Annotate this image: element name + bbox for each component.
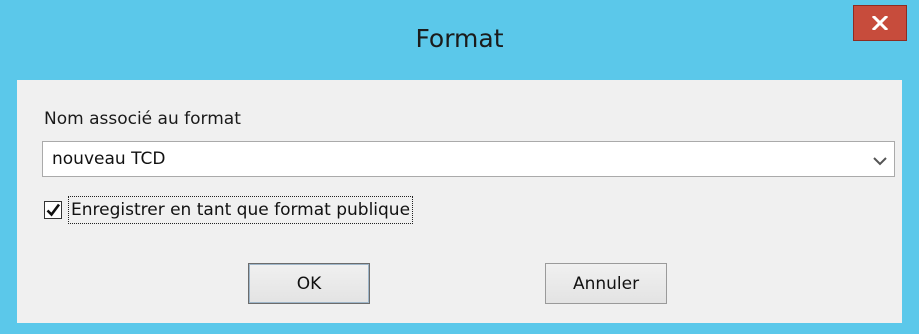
format-name-label: Nom associé au format (44, 109, 241, 129)
chevron-down-icon[interactable] (872, 153, 888, 167)
format-name-combobox[interactable]: nouveau TCD (42, 141, 895, 177)
title-bar: Format (0, 0, 919, 80)
format-name-value: nouveau TCD (52, 149, 166, 169)
public-format-checkbox[interactable] (44, 201, 62, 219)
public-format-label[interactable]: Enregistrer en tant que format publique (68, 196, 414, 224)
cancel-button[interactable]: Annuler (545, 263, 667, 304)
dialog-body: Nom associé au format nouveau TCD Enregi… (17, 80, 902, 323)
format-dialog: Format Nom associé au format nouveau TCD (0, 0, 919, 334)
dialog-title: Format (415, 24, 504, 53)
checkmark-icon (46, 203, 61, 217)
close-button[interactable] (853, 5, 907, 41)
ok-button[interactable]: OK (248, 263, 370, 304)
close-icon (872, 16, 888, 30)
